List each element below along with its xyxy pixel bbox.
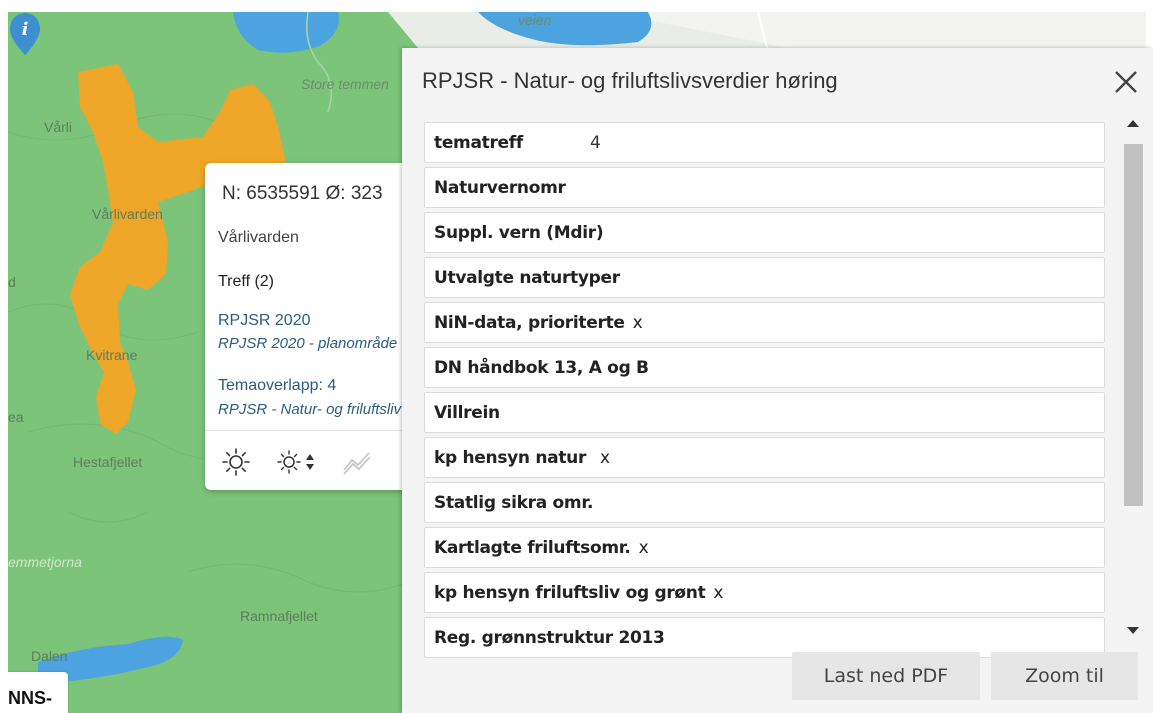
list-item-label: DN håndbok 13, A og B: [434, 358, 649, 378]
list-item-label: Reg. grønnstruktur 2013: [434, 628, 665, 648]
list-item-label: tematreff: [434, 133, 523, 153]
list-item-label: Kartlagte friluftsomr.: [434, 538, 631, 558]
map-label-veien: veien: [518, 12, 552, 28]
svg-text:i: i: [22, 19, 29, 40]
close-icon[interactable]: [1112, 68, 1140, 96]
list-item-label: Villrein: [434, 403, 500, 423]
map-label-store-temmen: Store temmen: [301, 76, 389, 92]
list-item-label: NiN-data, prioriterte: [434, 313, 625, 333]
scrollbar[interactable]: [1123, 118, 1143, 644]
hit-subtitle-link[interactable]: RPJSR - Natur- og friluftsliv: [218, 401, 401, 418]
list-item-label: Suppl. vern (Mdir): [434, 223, 604, 243]
hit-title-link[interactable]: Temaoverlapp: 4: [218, 377, 336, 395]
list-item-mark: x: [713, 583, 724, 603]
scroll-thumb[interactable]: [1124, 144, 1143, 506]
list-item-label: Naturvernomr: [434, 178, 566, 198]
zoom-to-button[interactable]: Zoom til: [991, 652, 1138, 700]
hits-heading: Treff (2): [218, 273, 275, 290]
list-item-count: 4: [590, 133, 601, 153]
list-item-label: Utvalgte naturtyper: [434, 268, 620, 288]
list-item-mark: x: [632, 313, 643, 333]
list-item[interactable]: Suppl. vern (Mdir): [424, 212, 1105, 253]
list-item[interactable]: tematreff 4: [424, 122, 1105, 163]
map-label-varlivarden: Vårlivarden: [92, 206, 163, 222]
corner-badge: NNS-: [8, 672, 68, 713]
list-item-mark: x: [600, 448, 610, 468]
list-item-mark: x: [638, 538, 649, 558]
map-label-varli: Vårli: [44, 119, 73, 135]
map-label-temmetjorna: emmetjorna: [8, 554, 82, 570]
lake: [233, 12, 339, 53]
download-pdf-button[interactable]: Last ned PDF: [792, 652, 980, 700]
map-label-dalen: Dalen: [31, 648, 68, 664]
info-side-panel: RPJSR - Natur- og friluftslivsverdier hø…: [402, 48, 1153, 713]
sun-adjust-icon[interactable]: [277, 448, 319, 476]
list-item[interactable]: Kartlagte friluftsomr. x: [424, 527, 1105, 568]
info-popup: N: 6535591 Ø: 323 Vårlivarden Treff (2) …: [205, 163, 405, 490]
list-item[interactable]: Statlig sikra omr.: [424, 482, 1105, 523]
place-name: Vårlivarden: [218, 229, 299, 246]
map-label-hestafjellet: Hestafjellet: [73, 454, 143, 470]
sun-icon[interactable]: [222, 448, 250, 476]
list-item[interactable]: NiN-data, prioriterte x: [424, 302, 1105, 343]
corner-badge-text: NNS-: [8, 688, 52, 708]
map-label-d: d: [8, 274, 16, 290]
list-item[interactable]: Naturvernomr: [424, 167, 1105, 208]
divider: [205, 430, 405, 431]
theme-list[interactable]: tematreff 4 Naturvernomr Suppl. vern (Md…: [424, 122, 1107, 694]
list-item[interactable]: Villrein: [424, 392, 1105, 433]
map-label-ea: ea: [8, 409, 24, 425]
list-item[interactable]: DN håndbok 13, A og B: [424, 347, 1105, 388]
hit-title-link[interactable]: RPJSR 2020: [218, 312, 311, 330]
elevation-profile-icon[interactable]: [342, 448, 372, 476]
list-item-label: kp hensyn friluftsliv og grønt: [434, 583, 706, 603]
map-label-kvitrane: Kvitrane: [86, 347, 138, 363]
map-label-ramnafjellet: Ramnafjellet: [240, 608, 318, 624]
list-item[interactable]: Utvalgte naturtyper: [424, 257, 1105, 298]
list-item[interactable]: kp hensyn friluftsliv og grønt x: [424, 572, 1105, 613]
list-item-label: Statlig sikra omr.: [434, 493, 594, 513]
info-marker-icon[interactable]: i: [8, 12, 42, 56]
coordinates-readout: N: 6535591 Ø: 323: [222, 183, 383, 204]
panel-title: RPJSR - Natur- og friluftslivsverdier hø…: [422, 68, 838, 93]
list-item[interactable]: kp hensyn natur x: [424, 437, 1105, 478]
scroll-down-arrow-icon[interactable]: [1127, 627, 1139, 634]
list-item-label: kp hensyn natur: [434, 448, 587, 468]
hit-subtitle-link[interactable]: RPJSR 2020 - planområde: [218, 335, 397, 352]
scroll-up-arrow-icon[interactable]: [1127, 120, 1139, 127]
